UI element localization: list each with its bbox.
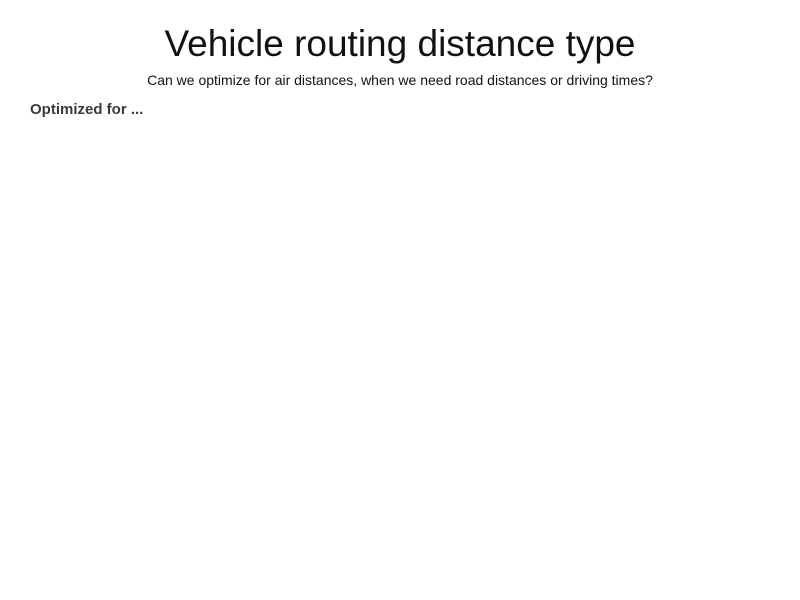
page-title: Vehicle routing distance type [164,23,636,64]
content-area [0,125,800,600]
optimized-for-label: Optimized for ... [30,101,144,118]
page-subtitle: Can we optimize for air distances, when … [147,72,653,88]
